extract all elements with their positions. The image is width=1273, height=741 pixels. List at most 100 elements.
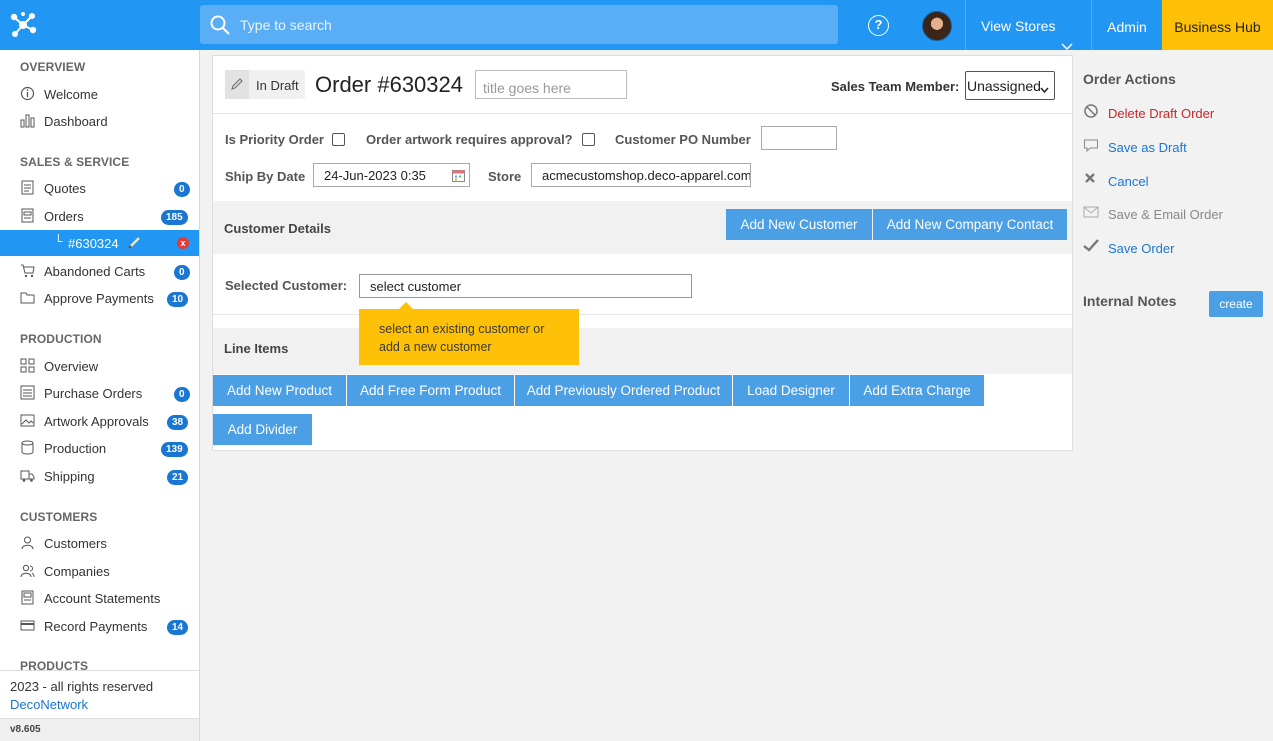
- sidebar-item-label: Approve Payments: [44, 291, 154, 306]
- ship-by-value: 24-Jun-2023 0:35: [324, 168, 426, 183]
- add-divider-button[interactable]: Add Divider: [213, 414, 312, 445]
- sidebar-item-companies[interactable]: Companies: [0, 558, 199, 584]
- save-as-draft-action[interactable]: Save as Draft: [1083, 137, 1263, 157]
- bar-chart-icon: [20, 113, 35, 128]
- sidebar-item-customers[interactable]: Customers: [0, 530, 199, 556]
- add-extra-charge-button[interactable]: Add Extra Charge: [850, 375, 984, 406]
- order-panel: In Draft Order #630324 title goes here S…: [212, 55, 1073, 451]
- deconetwork-link[interactable]: DecoNetwork: [10, 697, 88, 712]
- line-items-header: Line Items: [213, 328, 1072, 374]
- card-icon: [20, 618, 35, 633]
- customer-tooltip: select an existing customer or add a new…: [359, 309, 579, 365]
- tree-branch: └: [54, 234, 63, 248]
- sidebar-item-label: Quotes: [44, 181, 86, 196]
- view-stores-dropdown[interactable]: View Stores: [966, 0, 1091, 51]
- sidebar-item-quotes[interactable]: Quotes 0: [0, 175, 199, 201]
- page-title: Order #630324: [315, 72, 463, 97]
- sidebar-item-production[interactable]: Production 139: [0, 435, 199, 461]
- sidebar-item-shipping[interactable]: Shipping 21: [0, 463, 199, 489]
- list-icon: [20, 385, 35, 400]
- pencil-icon: [225, 70, 249, 99]
- sidebar-item-label: Account Statements: [44, 591, 161, 606]
- priority-label: Is Priority Order: [225, 132, 324, 147]
- order-title-input[interactable]: title goes here: [475, 70, 627, 99]
- count-badge: 139: [161, 442, 188, 457]
- sidebar: OVERVIEW Welcome Dashboard SALES & SERVI…: [0, 50, 200, 741]
- sidebar-item-orders[interactable]: Orders 185: [0, 203, 199, 229]
- search-bar[interactable]: Type to search: [200, 5, 838, 44]
- calendar-icon[interactable]: [452, 169, 465, 182]
- admin-button[interactable]: Admin: [1092, 0, 1162, 50]
- create-note-button[interactable]: create: [1209, 291, 1263, 317]
- pencil-icon: [127, 236, 141, 253]
- sidebar-item-label: Artwork Approvals: [44, 414, 149, 429]
- truck-icon: [20, 468, 35, 483]
- ship-by-input[interactable]: 24-Jun-2023 0:35: [313, 163, 470, 187]
- sidebar-item-artwork-approvals[interactable]: Artwork Approvals 38: [0, 408, 199, 434]
- save-order-label: Save Order: [1108, 241, 1175, 256]
- users-icon: [20, 563, 35, 578]
- save-as-draft-label: Save as Draft: [1108, 140, 1187, 155]
- statement-icon: [20, 590, 35, 605]
- sidebar-item-current-order[interactable]: └ #630324 x: [0, 230, 199, 256]
- add-company-contact-button[interactable]: Add New Company Contact: [873, 209, 1067, 240]
- close-order-button[interactable]: x: [177, 237, 189, 249]
- sidebar-item-abandoned-carts[interactable]: Abandoned Carts 0: [0, 258, 199, 284]
- view-stores-label: View Stores: [981, 18, 1056, 34]
- load-designer-button[interactable]: Load Designer: [733, 375, 849, 406]
- section-title-production: PRODUCTION: [20, 332, 102, 346]
- deconetwork-logo-icon[interactable]: [8, 10, 38, 40]
- search-input[interactable]: Type to search: [240, 17, 332, 33]
- sidebar-item-purchase-orders[interactable]: Purchase Orders 0: [0, 380, 199, 406]
- add-new-product-button[interactable]: Add New Product: [213, 375, 346, 406]
- prohibited-icon: [1083, 103, 1099, 119]
- po-number-input[interactable]: [761, 126, 837, 150]
- delete-draft-order-action[interactable]: Delete Draft Order: [1083, 103, 1263, 123]
- count-badge: 0: [174, 182, 190, 197]
- business-hub-button[interactable]: Business Hub: [1162, 0, 1273, 50]
- search-icon: [210, 15, 230, 38]
- sales-team-select[interactable]: Unassigned: [965, 71, 1055, 100]
- add-previously-ordered-button[interactable]: Add Previously Ordered Product: [515, 375, 732, 406]
- artwork-approval-checkbox[interactable]: [582, 133, 595, 146]
- section-title-customers: CUSTOMERS: [20, 510, 98, 524]
- cylinder-icon: [20, 440, 35, 455]
- select-customer-input[interactable]: select customer: [359, 274, 692, 298]
- sidebar-item-approve-payments[interactable]: Approve Payments 10: [0, 285, 199, 311]
- add-free-form-product-button[interactable]: Add Free Form Product: [347, 375, 514, 406]
- sidebar-item-dashboard[interactable]: Dashboard: [0, 108, 199, 134]
- status-badge: In Draft: [225, 70, 305, 99]
- sidebar-item-record-payments[interactable]: Record Payments 14: [0, 613, 199, 639]
- sidebar-item-label: Production: [44, 441, 107, 456]
- section-title-sales: SALES & SERVICE: [20, 155, 130, 169]
- cancel-label: Cancel: [1108, 174, 1149, 189]
- count-badge: 14: [167, 620, 189, 635]
- help-icon[interactable]: ?: [868, 15, 889, 36]
- store-input[interactable]: acmecustomshop.deco-apparel.com: [531, 163, 751, 187]
- sidebar-item-label: Record Payments: [44, 619, 148, 634]
- line-items-title: Line Items: [224, 341, 289, 356]
- sidebar-item-production-overview[interactable]: Overview: [0, 353, 199, 379]
- cart-icon: [20, 263, 35, 278]
- divider: [213, 113, 1072, 114]
- sidebar-item-account-statements[interactable]: Account Statements: [0, 585, 199, 611]
- save-order-action[interactable]: Save Order: [1083, 238, 1263, 258]
- sidebar-item-label: Customers: [44, 536, 107, 551]
- cancel-action[interactable]: Cancel: [1083, 171, 1263, 191]
- internal-notes-title: Internal Notes: [1083, 293, 1177, 309]
- customer-details-title: Customer Details: [224, 221, 331, 236]
- priority-checkbox[interactable]: [332, 133, 345, 146]
- add-new-customer-button[interactable]: Add New Customer: [726, 209, 872, 240]
- avatar[interactable]: [922, 11, 952, 41]
- sidebar-item-welcome[interactable]: Welcome: [0, 81, 199, 107]
- store-label: Store: [488, 169, 522, 184]
- count-badge: 0: [174, 265, 190, 280]
- section-title-overview: OVERVIEW: [20, 60, 86, 74]
- close-icon: [1083, 171, 1099, 187]
- po-number-label: Customer PO Number: [615, 132, 751, 147]
- top-bar: Type to search ? View Stores Admin Busin…: [0, 0, 1273, 51]
- status-text: In Draft: [256, 78, 299, 93]
- sidebar-item-label: Companies: [44, 564, 110, 579]
- save-email-order-action[interactable]: Save & Email Order: [1083, 204, 1263, 224]
- sidebar-item-label: Welcome: [44, 87, 98, 102]
